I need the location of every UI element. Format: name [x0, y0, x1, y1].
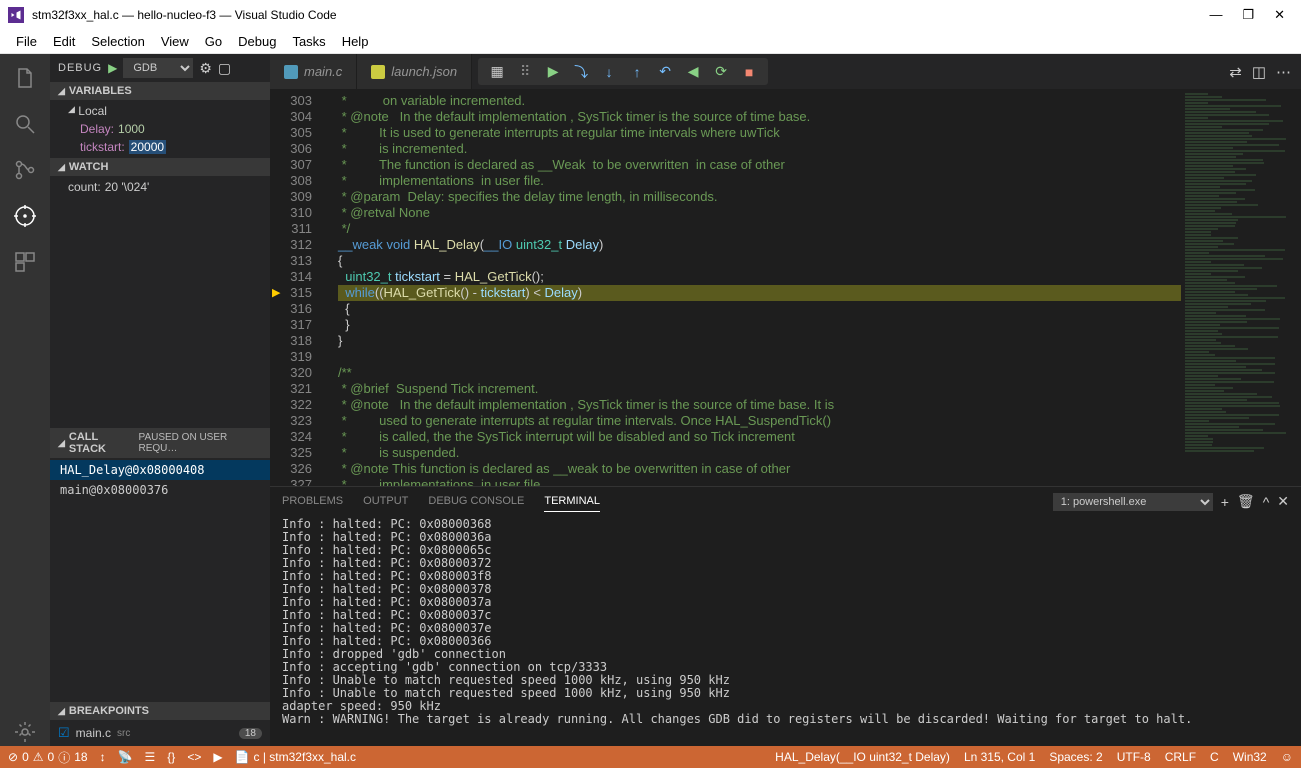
panel-tab-debug-console[interactable]: DEBUG CONSOLE [428, 491, 524, 512]
stop-button[interactable]: ■ [736, 59, 762, 85]
status-bar: ⊘ 0 ⚠ 0 ⓘ 18 ↕ 📡 ☰ {} <> ▶ 📄 c | stm32f3… [0, 746, 1301, 768]
status-eol[interactable]: CRLF [1165, 750, 1196, 764]
menu-tasks[interactable]: Tasks [284, 34, 333, 49]
debug-config-select[interactable]: GDB [123, 58, 193, 78]
callstack-header[interactable]: ◢CALL STACKPAUSED ON USER REQU… [50, 428, 270, 458]
window-title: stm32f3xx_hal.c — hello-nucleo-f3 — Visu… [32, 8, 1209, 22]
menu-debug[interactable]: Debug [230, 34, 284, 49]
status-sync-icon[interactable]: ↕ [100, 750, 106, 764]
settings-gear-icon[interactable] [11, 718, 39, 746]
panel-tab-problems[interactable]: PROBLEMS [282, 491, 343, 512]
terminal-select[interactable]: 1: powershell.exe [1053, 493, 1213, 511]
open-file-icon[interactable]: ▦ [484, 59, 510, 85]
status-stack-icon[interactable]: ☰ [145, 750, 156, 764]
status-errors[interactable]: ⊘ 0 ⚠ 0 ⓘ 18 [8, 749, 88, 766]
menu-edit[interactable]: Edit [45, 34, 83, 49]
compare-icon[interactable]: ⇄ [1229, 63, 1242, 81]
kill-terminal-button[interactable]: 🗑 [1237, 493, 1255, 510]
panel-tab-terminal[interactable]: TERMINAL [544, 491, 600, 512]
tab-launch-json[interactable]: launch.json [357, 54, 472, 89]
file-icon [284, 65, 298, 79]
minimize-button[interactable]: — [1209, 7, 1222, 23]
menu-go[interactable]: Go [197, 34, 230, 49]
debug-toolbar: ▦ ⠿ ▶ ⤵ ↓ ↑ ↶ ◀ ⟳ ■ [478, 58, 768, 85]
variables-header[interactable]: ◢VARIABLES [50, 82, 270, 100]
debug-icon[interactable] [11, 202, 39, 230]
menu-selection[interactable]: Selection [83, 34, 152, 49]
step-out-button[interactable]: ↑ [624, 59, 650, 85]
drag-grip-icon[interactable]: ⠿ [512, 59, 538, 85]
terminal-output[interactable]: Info : halted: PC: 0x08000368 Info : hal… [270, 512, 1301, 746]
step-back-button[interactable]: ◀ [680, 59, 706, 85]
maximize-button[interactable]: ❐ [1242, 7, 1254, 23]
debug-console-icon[interactable]: ▢ [218, 60, 231, 77]
step-over-button[interactable]: ⤵ [568, 59, 594, 85]
breakpoints-header[interactable]: ◢BREAKPOINTS [50, 702, 270, 720]
menu-view[interactable]: View [153, 34, 197, 49]
close-button[interactable]: ✕ [1274, 7, 1285, 23]
breakpoint-row[interactable]: ☑main.c src18 [50, 722, 270, 744]
status-broadcast-icon[interactable]: 📡 [118, 750, 133, 764]
debug-label: DEBUG [58, 62, 102, 74]
bottom-panel: PROBLEMS OUTPUT DEBUG CONSOLE TERMINAL 1: p… [270, 486, 1301, 746]
extensions-icon[interactable] [11, 248, 39, 276]
status-breadcrumb[interactable]: 📄 c | stm32f3xx_hal.c [235, 750, 356, 764]
callstack-frame[interactable]: HAL_Delay@0x08000408 [50, 460, 270, 480]
editor-tabbar: main.claunch.json ▦ ⠿ ▶ ⤵ ↓ ↑ ↶ ◀ ⟳ ■ ⇄ … [270, 54, 1301, 89]
status-position[interactable]: Ln 315, Col 1 [964, 750, 1035, 764]
title-bar: stm32f3xx_hal.c — hello-nucleo-f3 — Visu… [0, 0, 1301, 30]
callstack-frame[interactable]: main@0x08000376 [50, 480, 270, 500]
start-debug-button[interactable]: ▶ [108, 61, 117, 75]
more-actions-icon[interactable]: ⋯ [1276, 63, 1291, 81]
status-expand-icon[interactable]: <> [187, 750, 201, 764]
status-language[interactable]: C [1210, 750, 1219, 764]
vs-logo-icon [8, 7, 24, 23]
scm-icon[interactable] [11, 156, 39, 184]
step-into-button[interactable]: ↓ [596, 59, 622, 85]
close-panel-button[interactable]: ✕ [1277, 493, 1289, 510]
status-encoding[interactable]: UTF-8 [1117, 750, 1151, 764]
minimap[interactable] [1181, 89, 1301, 486]
search-icon[interactable] [11, 110, 39, 138]
scope-row[interactable]: ◢ Local [50, 102, 270, 120]
watch-row[interactable]: count: 20 '\024' [50, 178, 270, 196]
status-host[interactable]: Win32 [1233, 750, 1267, 764]
status-play-icon[interactable]: ▶ [213, 750, 222, 764]
menu-bar: FileEditSelectionViewGoDebugTasksHelp [0, 30, 1301, 54]
variable-row[interactable]: Delay: 1000 [50, 120, 270, 138]
status-feedback-icon[interactable]: ☺ [1281, 750, 1293, 764]
debug-sidebar: DEBUG ▶ GDB ⚙ ▢ ◢VARIABLES ◢ Local Delay… [50, 54, 270, 746]
checkbox-icon[interactable]: ☑ [58, 725, 70, 741]
tab-main-c[interactable]: main.c [270, 54, 357, 89]
continue-button[interactable]: ▶ [540, 59, 566, 85]
activity-bar [0, 54, 50, 746]
new-terminal-button[interactable]: + [1221, 494, 1229, 510]
maximize-panel-button[interactable]: ^ [1263, 494, 1270, 510]
panel-tab-output[interactable]: OUTPUT [363, 491, 408, 512]
restart-button[interactable]: ⟳ [708, 59, 734, 85]
editor[interactable]: 303304305306307308309310311312313314▶315… [270, 89, 1301, 486]
menu-file[interactable]: File [8, 34, 45, 49]
status-spaces[interactable]: Spaces: 2 [1049, 750, 1102, 764]
debug-settings-icon[interactable]: ⚙ [199, 60, 212, 77]
watch-header[interactable]: ◢WATCH [50, 158, 270, 176]
explorer-icon[interactable] [11, 64, 39, 92]
debug-header: DEBUG ▶ GDB ⚙ ▢ [50, 54, 270, 82]
status-context[interactable]: HAL_Delay(__IO uint32_t Delay) [775, 750, 950, 764]
file-icon [371, 65, 385, 79]
status-branch-icon[interactable]: {} [167, 750, 175, 764]
variable-row[interactable]: tickstart: 20000 [50, 138, 270, 156]
split-editor-icon[interactable]: ◫ [1252, 63, 1266, 81]
reverse-button[interactable]: ↶ [652, 59, 678, 85]
menu-help[interactable]: Help [334, 34, 377, 49]
